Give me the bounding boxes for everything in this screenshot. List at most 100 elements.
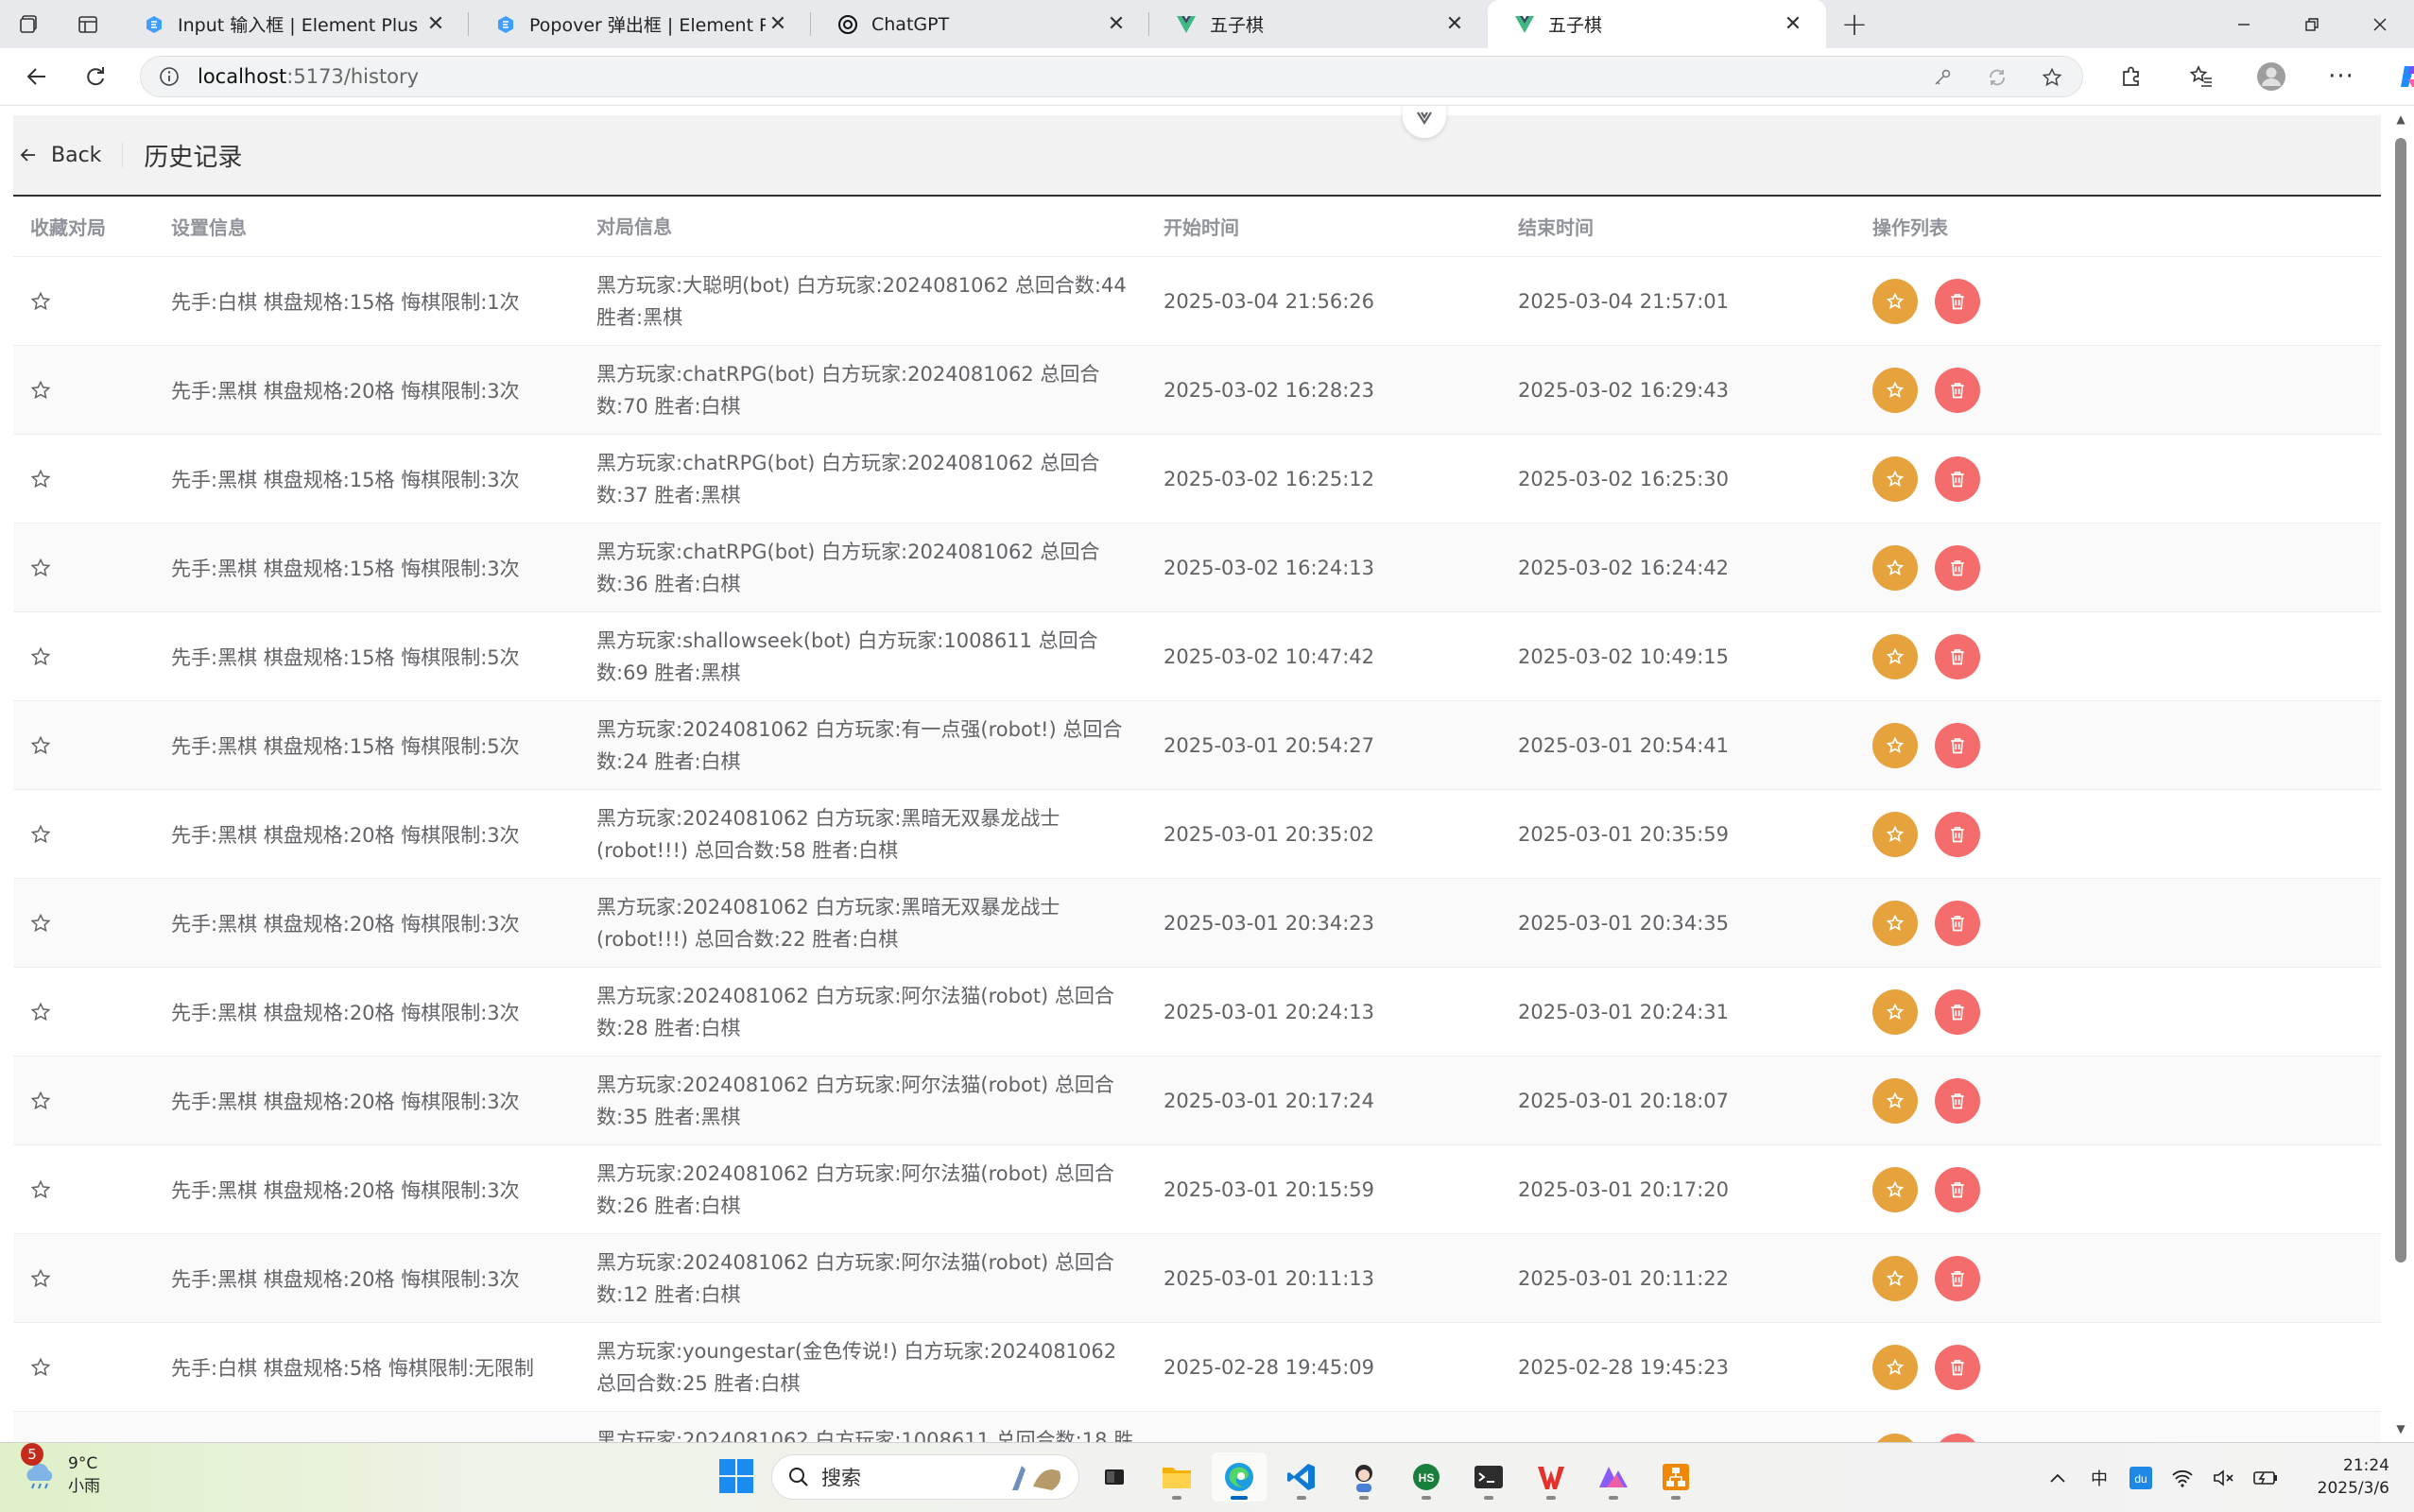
back-nav-button[interactable] xyxy=(8,48,66,105)
delete-button[interactable] xyxy=(1935,811,1980,857)
delete-button[interactable] xyxy=(1935,1344,1980,1390)
favorite-button[interactable] xyxy=(1872,811,1918,857)
tab-close-icon[interactable]: ✕ xyxy=(766,12,790,37)
favorite-button[interactable] xyxy=(1872,544,1918,591)
star-outline-icon[interactable] xyxy=(30,913,154,934)
url-text[interactable]: localhost:5173/history xyxy=(198,65,419,88)
key-icon[interactable] xyxy=(1925,60,1959,94)
delete-button[interactable] xyxy=(1935,1077,1980,1124)
favorite-button[interactable] xyxy=(1872,1433,1918,1442)
terminal-icon[interactable] xyxy=(1461,1452,1516,1502)
delete-button[interactable] xyxy=(1935,278,1980,324)
start-button[interactable] xyxy=(718,1458,754,1498)
file-explorer-icon[interactable] xyxy=(1149,1452,1204,1502)
site-info-icon[interactable] xyxy=(141,66,198,87)
favorite-button[interactable] xyxy=(1872,722,1918,768)
favorite-button[interactable] xyxy=(1872,900,1918,946)
edge-browser-icon[interactable] xyxy=(1212,1452,1267,1502)
delete-button[interactable] xyxy=(1935,988,1980,1035)
star-outline-icon[interactable] xyxy=(30,380,154,401)
refresh-button[interactable] xyxy=(66,48,125,105)
delete-button[interactable] xyxy=(1935,633,1980,679)
back-button[interactable]: Back xyxy=(19,144,101,167)
favorite-button[interactable] xyxy=(1872,455,1918,502)
more-menu-button[interactable]: ··· xyxy=(2306,48,2376,105)
minimize-button[interactable] xyxy=(2210,0,2278,48)
chevron-up-icon[interactable] xyxy=(2042,1472,2074,1484)
volume-muted-icon[interactable] xyxy=(2208,1469,2240,1487)
address-bar[interactable]: localhost:5173/history xyxy=(140,56,2083,97)
star-outline-icon[interactable] xyxy=(30,1091,154,1111)
task-view-icon[interactable] xyxy=(1087,1452,1142,1502)
tab-gomoku-1[interactable]: 五子棋 ✕ xyxy=(1149,0,1488,48)
profile-button[interactable] xyxy=(2236,48,2306,105)
delete-button[interactable] xyxy=(1935,544,1980,591)
favorites-button[interactable] xyxy=(2166,48,2236,105)
favorite-button[interactable] xyxy=(1872,1166,1918,1212)
scroll-up-icon[interactable]: ▲ xyxy=(2393,112,2408,127)
close-window-button[interactable] xyxy=(2346,0,2414,48)
restore-button[interactable] xyxy=(2278,0,2346,48)
favorite-button[interactable] xyxy=(1872,1077,1918,1124)
favorite-button[interactable] xyxy=(1872,367,1918,413)
draw-app-icon[interactable] xyxy=(1648,1452,1703,1502)
favorite-button[interactable] xyxy=(1872,1255,1918,1301)
star-outline-icon[interactable] xyxy=(30,1179,154,1200)
favorite-button[interactable] xyxy=(1872,633,1918,679)
scroll-thumb[interactable] xyxy=(2395,138,2406,1263)
ime-indicator[interactable]: 中 xyxy=(2083,1466,2115,1490)
tab-chatgpt[interactable]: ChatGPT ✕ xyxy=(811,0,1149,48)
match-info-cell: 黑方玩家:2024081062 白方玩家:有一点强(robot!) 总回合数:2… xyxy=(596,717,1123,773)
tab-input-element-plus[interactable]: Input 输入框 | Element Plus ✕ xyxy=(117,0,469,48)
favorite-cell xyxy=(13,1179,154,1200)
delete-button[interactable] xyxy=(1935,1433,1980,1442)
favorite-button[interactable] xyxy=(1872,988,1918,1035)
battery-icon[interactable] xyxy=(2250,1469,2282,1486)
creative-app-icon[interactable] xyxy=(1586,1452,1641,1502)
copilot-button[interactable] xyxy=(2376,48,2414,105)
delete-button[interactable] xyxy=(1935,455,1980,502)
tab-close-icon[interactable]: ✕ xyxy=(1104,12,1129,37)
baidu-input-icon[interactable]: du xyxy=(2125,1466,2157,1490)
workspaces-button[interactable] xyxy=(0,0,59,48)
extensions-button[interactable] xyxy=(2096,48,2166,105)
match-info-cell: 黑方玩家:chatRPG(bot) 白方玩家:2024081062 总回合数:7… xyxy=(596,362,1100,418)
hs-app-icon[interactable]: HS xyxy=(1399,1452,1454,1502)
star-icon xyxy=(1886,736,1905,755)
sync-icon[interactable] xyxy=(1980,60,2014,94)
favorite-button[interactable] xyxy=(1872,278,1918,324)
tab-close-icon[interactable]: ✕ xyxy=(423,12,448,37)
star-outline-icon[interactable] xyxy=(30,735,154,756)
match-info-cell: 黑方玩家:2024081062 白方玩家:1008611 总回合数:18 胜者 xyxy=(596,1428,1134,1443)
tab-popover-element-plus[interactable]: Popover 弹出框 | Element Plus ✕ xyxy=(469,0,811,48)
delete-button[interactable] xyxy=(1935,722,1980,768)
star-outline-icon[interactable] xyxy=(30,558,154,578)
new-tab-button[interactable]: + xyxy=(1826,0,1883,48)
star-outline-icon[interactable] xyxy=(30,646,154,667)
system-clock[interactable]: 21:24 2025/3/6 xyxy=(2318,1454,2389,1500)
history-table: 收藏对局 设置信息 对局信息 开始时间 结束时间 操作列表 先手:白棋 棋盘规格… xyxy=(13,197,2381,1442)
delete-button[interactable] xyxy=(1935,1255,1980,1301)
star-outline-icon[interactable] xyxy=(30,824,154,845)
delete-button[interactable] xyxy=(1935,1166,1980,1212)
wps-office-icon[interactable] xyxy=(1524,1452,1578,1502)
wifi-icon[interactable] xyxy=(2166,1469,2198,1487)
vertical-tabs-button[interactable] xyxy=(59,0,117,48)
star-outline-icon[interactable] xyxy=(30,1357,154,1378)
star-outline-icon[interactable] xyxy=(30,291,154,312)
taskbar-search[interactable]: 搜索 xyxy=(771,1454,1079,1500)
star-outline-icon[interactable] xyxy=(30,1268,154,1289)
favorite-button[interactable] xyxy=(1872,1344,1918,1390)
page-scrollbar[interactable]: ▲ ▼ xyxy=(2388,106,2414,1442)
scroll-down-icon[interactable]: ▼ xyxy=(2393,1421,2408,1436)
tab-gomoku-2[interactable]: 五子棋 ✕ xyxy=(1488,0,1826,48)
delete-button[interactable] xyxy=(1935,367,1980,413)
star-outline-icon[interactable] xyxy=(30,1002,154,1022)
tab-close-icon[interactable]: ✕ xyxy=(1781,12,1805,37)
tab-close-icon[interactable]: ✕ xyxy=(1442,12,1467,37)
star-outline-icon[interactable] xyxy=(30,469,154,490)
avatar-app-icon[interactable] xyxy=(1336,1452,1391,1502)
vscode-icon[interactable] xyxy=(1274,1452,1329,1502)
favorite-star-icon[interactable] xyxy=(2035,60,2069,94)
delete-button[interactable] xyxy=(1935,900,1980,946)
